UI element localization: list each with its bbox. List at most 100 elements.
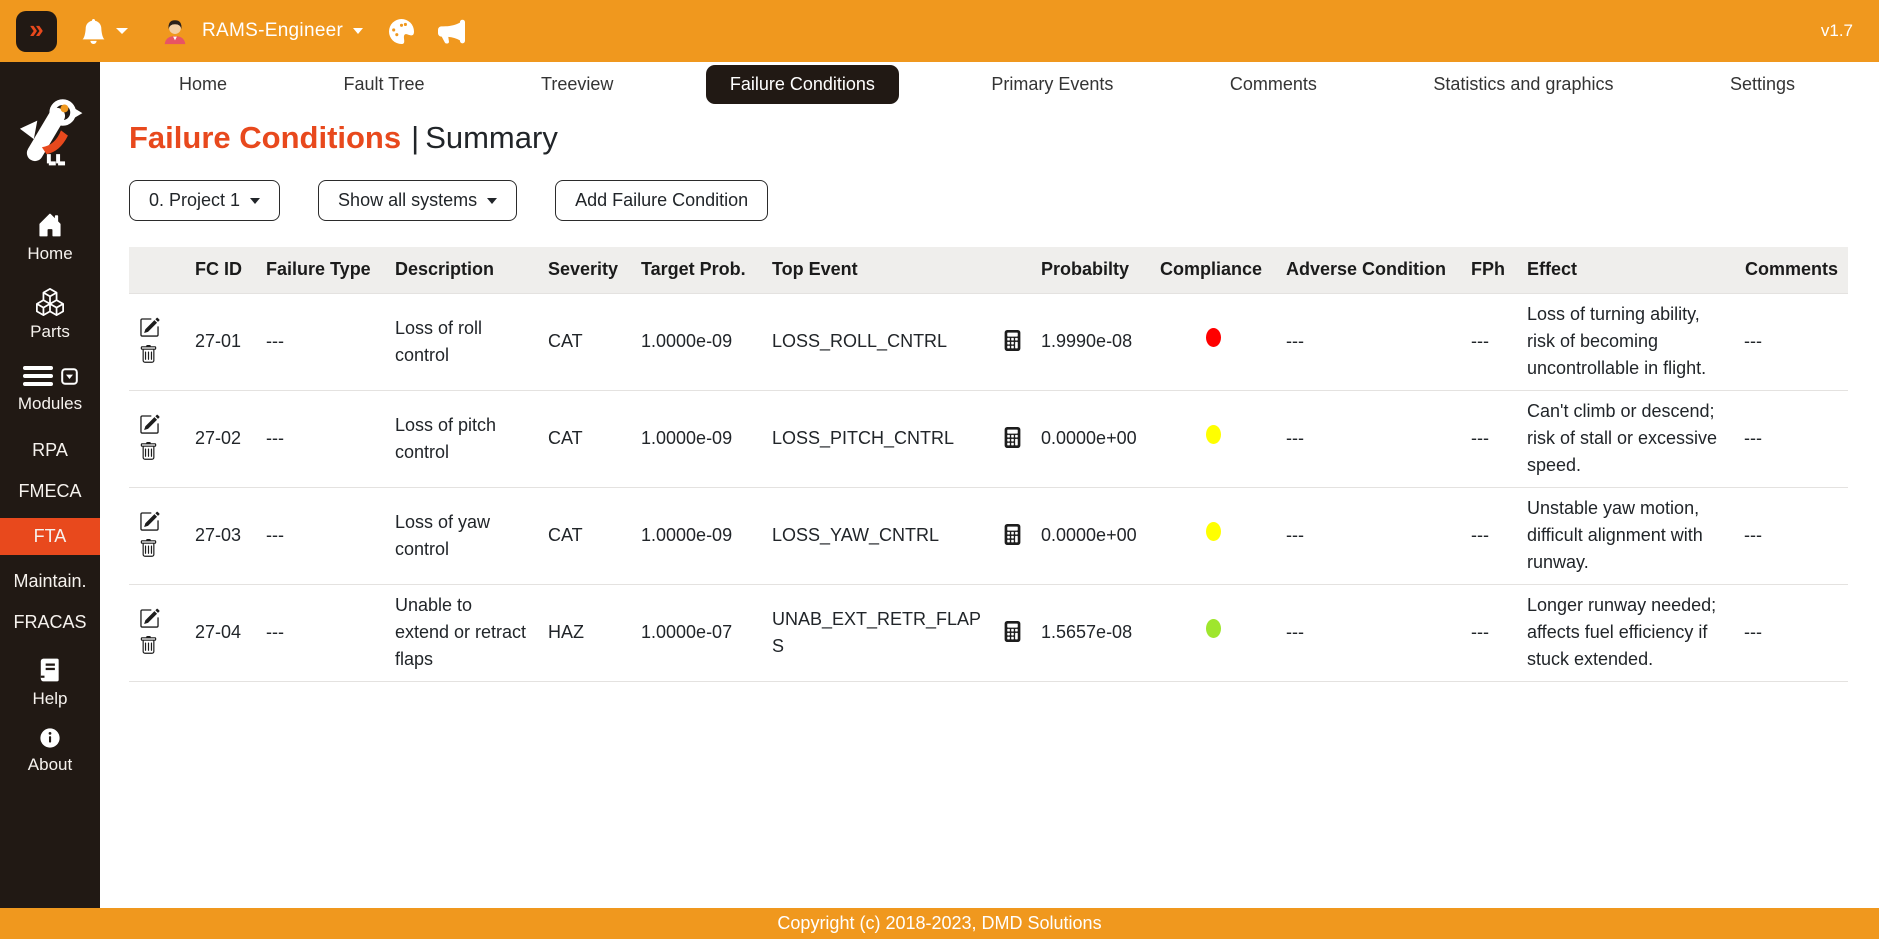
table-row: 27-01 --- Loss of roll control CAT 1.000… (129, 293, 1848, 390)
edit-row-button[interactable] (139, 317, 160, 341)
tab-fault-tree[interactable]: Fault Tree (319, 65, 448, 104)
edit-row-button[interactable] (139, 608, 160, 632)
dropdown-box-icon (61, 368, 78, 385)
delete-row-button[interactable] (139, 442, 158, 464)
calculate-probability-button[interactable] (1002, 330, 1023, 354)
calculate-probability-button[interactable] (1002, 427, 1023, 451)
sidebar-item-parts[interactable]: Parts (0, 288, 100, 342)
calculator-icon (1002, 621, 1023, 642)
effect-cell: Longer runway needed; affects fuel effic… (1517, 584, 1734, 681)
sidebar-item-fmeca[interactable]: FMECA (0, 481, 100, 502)
project-dropdown-button[interactable]: 0. Project 1 (129, 180, 280, 221)
severity-cell: HAZ (538, 584, 631, 681)
failure-type-cell: --- (256, 293, 385, 390)
chevron-down-icon (116, 28, 128, 34)
page-title-main: Failure Conditions (129, 120, 401, 155)
book-icon (37, 657, 63, 683)
column-adverse-condition: Adverse Condition (1276, 247, 1461, 293)
calculate-probability-button[interactable] (1002, 621, 1023, 645)
sidebar-item-about[interactable]: About (0, 727, 100, 775)
edit-row-button[interactable] (139, 414, 160, 438)
fc-id-cell: 27-01 (185, 293, 256, 390)
theme-button[interactable] (389, 19, 414, 44)
description-cell: Loss of yaw control (385, 487, 538, 584)
target-prob-cell: 1.0000e-09 (631, 293, 762, 390)
table-header-row: FC ID Failure Type Description Severity … (129, 247, 1848, 293)
top-event-cell: LOSS_PITCH_CNTRL (762, 390, 992, 487)
probability-cell: 1.9990e-08 (1031, 293, 1150, 390)
comments-cell: --- (1734, 584, 1848, 681)
column-severity: Severity (538, 247, 631, 293)
delete-row-button[interactable] (139, 636, 158, 658)
main-content: Home Fault Tree Treeview Failure Conditi… (100, 62, 1879, 908)
systems-filter-label: Show all systems (338, 190, 477, 211)
tab-settings[interactable]: Settings (1706, 65, 1819, 104)
announcements-button[interactable] (438, 18, 465, 45)
adverse-condition-cell: --- (1276, 584, 1461, 681)
add-failure-condition-button[interactable]: Add Failure Condition (555, 180, 768, 221)
calculate-probability-button[interactable] (1002, 524, 1023, 548)
sidebar-item-home[interactable]: Home (0, 212, 100, 264)
sidebar-item-modules[interactable]: Modules (0, 364, 100, 414)
delete-row-button[interactable] (139, 539, 158, 561)
edit-row-button[interactable] (139, 511, 160, 535)
sidebar-item-fta[interactable]: FTA (0, 518, 100, 555)
tab-primary-events[interactable]: Primary Events (967, 65, 1137, 104)
fc-id-cell: 27-02 (185, 390, 256, 487)
description-cell: Loss of pitch control (385, 390, 538, 487)
systems-filter-dropdown-button[interactable]: Show all systems (318, 180, 517, 221)
sidebar-item-fracas[interactable]: FRACAS (0, 612, 100, 633)
column-actions (129, 247, 185, 293)
trash-icon (139, 539, 158, 558)
target-prob-cell: 1.0000e-07 (631, 584, 762, 681)
compliance-status-indicator (1206, 425, 1221, 444)
bell-icon (81, 19, 106, 44)
tab-failure-conditions[interactable]: Failure Conditions (706, 65, 899, 104)
tab-comments[interactable]: Comments (1206, 65, 1341, 104)
tab-home[interactable]: Home (155, 65, 251, 104)
sidebar-toggle-button[interactable]: » (16, 11, 57, 52)
compliance-status-indicator (1206, 522, 1221, 541)
sidebar-item-label: Home (27, 244, 72, 264)
fph-cell: --- (1461, 487, 1517, 584)
probability-cell: 1.5657e-08 (1031, 584, 1150, 681)
sidebar-item-label: FMECA (19, 481, 82, 502)
probability-cell: 0.0000e+00 (1031, 390, 1150, 487)
page-title: Failure Conditions |Summary (129, 120, 1879, 156)
adverse-condition-cell: --- (1276, 293, 1461, 390)
username-label: RAMS-Engineer (202, 20, 343, 42)
adverse-condition-cell: --- (1276, 390, 1461, 487)
notifications-dropdown[interactable] (81, 19, 128, 44)
failure-type-cell: --- (256, 584, 385, 681)
failure-conditions-table: FC ID Failure Type Description Severity … (129, 247, 1848, 682)
sidebar-item-rpa[interactable]: RPA (0, 440, 100, 461)
column-calculate (992, 247, 1031, 293)
pencil-square-icon (139, 317, 160, 338)
compliance-status-indicator (1206, 328, 1221, 347)
tab-statistics-and-graphics[interactable]: Statistics and graphics (1409, 65, 1637, 104)
failure-type-cell: --- (256, 390, 385, 487)
column-compliance: Compliance (1150, 247, 1276, 293)
list-icon (23, 364, 53, 388)
target-prob-cell: 1.0000e-09 (631, 390, 762, 487)
pencil-square-icon (139, 414, 160, 435)
calculator-icon (1002, 427, 1023, 448)
page-title-separator: | (411, 120, 419, 155)
top-event-cell: LOSS_ROLL_CNTRL (762, 293, 992, 390)
boxes-icon (36, 288, 64, 316)
pencil-square-icon (139, 511, 160, 532)
effect-cell: Unstable yaw motion, difficult alignment… (1517, 487, 1734, 584)
user-menu-dropdown[interactable]: RAMS-Engineer (160, 16, 363, 46)
probability-cell: 0.0000e+00 (1031, 487, 1150, 584)
tab-treeview[interactable]: Treeview (517, 65, 637, 104)
severity-cell: CAT (538, 293, 631, 390)
column-fc-id: FC ID (185, 247, 256, 293)
top-bar: » RAMS-Engineer v1.7 (0, 0, 1879, 62)
target-prob-cell: 1.0000e-09 (631, 487, 762, 584)
sidebar-item-maintain[interactable]: Maintain. (0, 571, 100, 592)
delete-row-button[interactable] (139, 345, 158, 367)
sidebar-item-help[interactable]: Help (0, 657, 100, 709)
page-title-subtitle: Summary (425, 120, 558, 155)
column-fph: FPh (1461, 247, 1517, 293)
column-failure-type: Failure Type (256, 247, 385, 293)
